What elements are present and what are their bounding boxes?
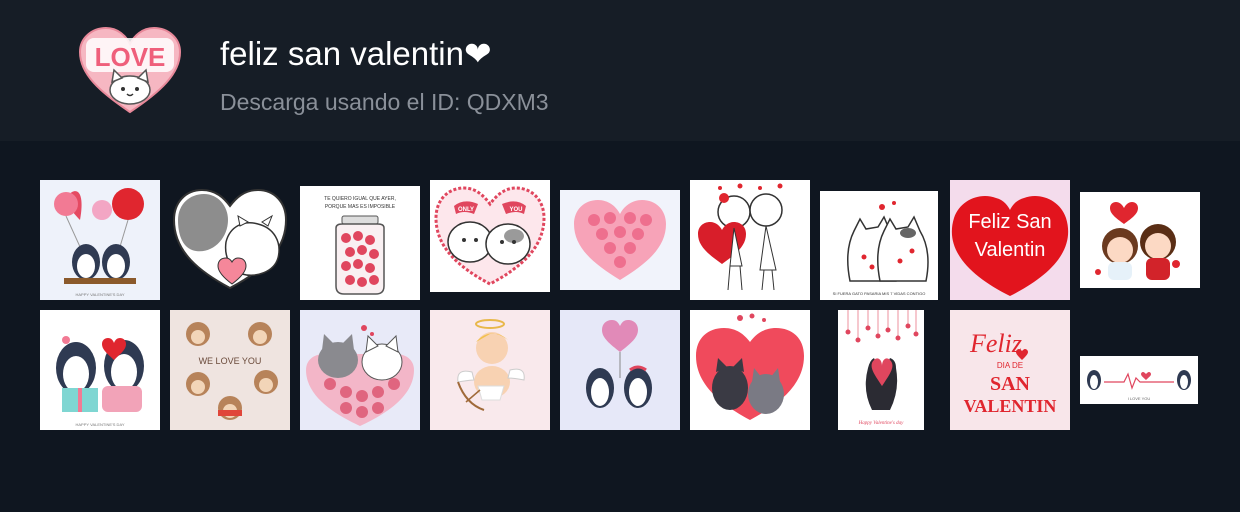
svg-text:VALENTIN: VALENTIN: [964, 396, 1057, 416]
svg-text:HAPPY VALENTINE'S DAY: HAPPY VALENTINE'S DAY: [75, 292, 124, 297]
sticker-cats-in-love[interactable]: SI FUERA GATO PASARIA MIS 7 VIDAS CONTIG…: [820, 191, 938, 300]
sticker-black-cats-heart[interactable]: [690, 310, 810, 430]
svg-text:Valentin: Valentin: [975, 239, 1046, 261]
sticker-hedgehogs-we-love-you[interactable]: WE LOVE YOU: [170, 310, 290, 430]
sticker-cats-on-heart[interactable]: [300, 310, 420, 430]
sticker-feliz-dia-de-san-valentin-lettering[interactable]: Feliz DIA DE SAN VALENTIN: [950, 310, 1070, 430]
love-cat-heart-icon: LOVE: [78, 26, 182, 114]
svg-text:Happy Valentine's day: Happy Valentine's day: [858, 421, 904, 426]
sticker-couple-with-heart[interactable]: [690, 180, 810, 300]
sticker-cupid[interactable]: [430, 310, 550, 430]
svg-text:PORQUE MAS ES IMPOSIBLE: PORQUE MAS ES IMPOSIBLE: [325, 204, 396, 210]
pack-header: LOVE feliz san valentin❤ Descarga usando…: [0, 0, 1240, 141]
sticker-grid: HAPPY VALENTINE'S DAY TE QUIERO IGUAL QU…: [0, 141, 1240, 512]
svg-text:WE LOVE YOU: WE LOVE YOU: [199, 356, 262, 366]
sticker-only-you-cats[interactable]: ONLY YOU: [430, 180, 550, 292]
pack-title: feliz san valentin❤: [220, 35, 492, 72]
sticker-cats-heart-hug[interactable]: [170, 180, 290, 292]
sticker-penguins-heart-balloon[interactable]: [560, 310, 680, 430]
sticker-penguins-gift-box[interactable]: HAPPY VALENTINE'S DAY: [40, 310, 160, 430]
sticker-feliz-san-valentin-red-heart[interactable]: Feliz San Valentin: [950, 180, 1070, 300]
svg-text:Feliz San: Feliz San: [968, 211, 1051, 233]
sticker-penguins-with-balloons[interactable]: HAPPY VALENTINE'S DAY: [40, 180, 160, 300]
sticker-pink-heart-cluster[interactable]: [560, 190, 680, 290]
sticker-cat-silhouettes-hanging-hearts[interactable]: Happy Valentine's day: [838, 310, 924, 430]
svg-text:DIA DE: DIA DE: [997, 361, 1023, 370]
logo-text: LOVE: [95, 42, 166, 72]
svg-text:SI FUERA GATO PASARIA MIS 7 VI: SI FUERA GATO PASARIA MIS 7 VIDAS CONTIG…: [833, 291, 926, 296]
svg-text:ONLY: ONLY: [458, 207, 474, 213]
sticker-jar-of-hearts[interactable]: TE QUIERO IGUAL QUE AYER, PORQUE MAS ES …: [300, 186, 420, 300]
svg-text:Feliz: Feliz: [969, 329, 1022, 358]
pack-id-subtitle[interactable]: Descarga usando el ID: QDXM3: [220, 88, 549, 116]
sticker-penguins-heartbeat-line[interactable]: I LOVE YOU: [1080, 356, 1198, 404]
svg-text:YOU: YOU: [509, 207, 522, 213]
svg-text:I LOVE YOU: I LOVE YOU: [1128, 396, 1151, 401]
svg-text:SAN: SAN: [990, 373, 1031, 395]
svg-text:TE QUIERO IGUAL QUE AYER,: TE QUIERO IGUAL QUE AYER,: [324, 196, 396, 202]
sticker-chibi-couple[interactable]: [1080, 192, 1200, 288]
svg-text:HAPPY VALENTINE'S DAY: HAPPY VALENTINE'S DAY: [75, 422, 124, 427]
pack-logo: LOVE: [78, 26, 182, 116]
